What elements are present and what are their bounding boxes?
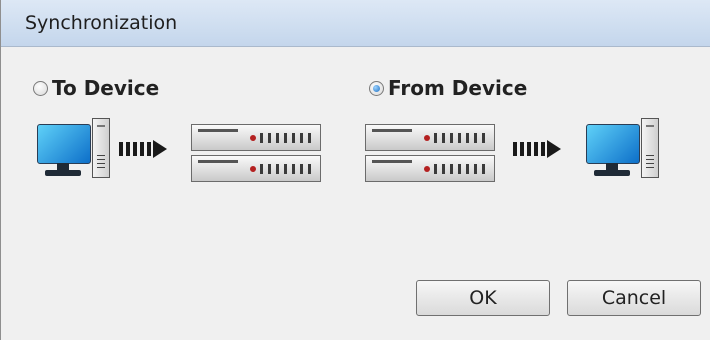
- to-device-radio[interactable]: [33, 80, 48, 96]
- from-device-option[interactable]: From Device: [369, 76, 527, 100]
- to-device-label[interactable]: To Device: [52, 76, 159, 100]
- arrow-right-icon: [513, 140, 575, 158]
- device-rack-icon: [191, 124, 321, 182]
- cancel-button[interactable]: Cancel: [567, 280, 701, 316]
- ok-button[interactable]: OK: [416, 280, 550, 316]
- to-device-option[interactable]: To Device: [33, 76, 159, 100]
- arrow-right-icon: [119, 140, 181, 158]
- title-bar: Synchronization: [1, 0, 710, 47]
- device-rack-icon: [365, 124, 495, 182]
- dialog-title: Synchronization: [25, 12, 178, 34]
- synchronization-dialog: Synchronization To Device From Device OK…: [0, 0, 710, 340]
- from-device-radio[interactable]: [369, 80, 384, 96]
- computer-icon: [586, 118, 661, 180]
- from-device-label[interactable]: From Device: [388, 76, 527, 100]
- computer-icon: [37, 118, 112, 180]
